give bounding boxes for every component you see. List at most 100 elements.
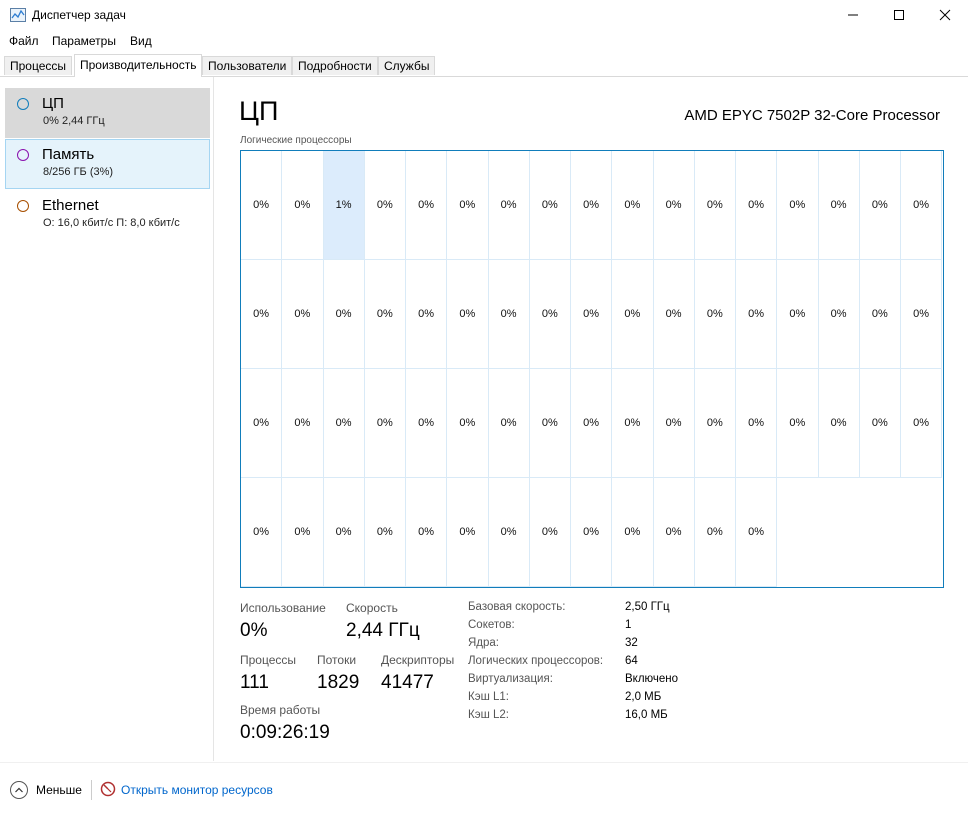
sidebar-item-sub: 0% 2,44 ГГц [43, 115, 105, 127]
cpu-circle-icon [17, 98, 29, 110]
speed-label: Скорость [346, 601, 398, 615]
cpu-cell: 1% [323, 151, 365, 260]
info-label-virtualization: Виртуализация: [468, 673, 553, 685]
footer-divider [91, 780, 92, 800]
cpu-cell: 0% [859, 369, 901, 478]
cpu-cell: 0% [529, 478, 571, 587]
cpu-cell: 0% [736, 478, 778, 587]
cpu-cell: 0% [364, 478, 406, 587]
cpu-cell: 0% [694, 478, 736, 587]
sidebar-item-ethernet[interactable]: Ethernet О: 16,0 кбит/с П: 8,0 кбит/с [5, 190, 210, 240]
handles-label: Дескрипторы [381, 653, 455, 667]
cpu-cell: 0% [571, 478, 613, 587]
sidebar-item-sub: 8/256 ГБ (3%) [43, 166, 114, 178]
info-value-cores: 32 [625, 637, 638, 649]
cpu-cell: 0% [694, 260, 736, 369]
info-label-l1: Кэш L1: [468, 691, 509, 703]
cpu-cell: 0% [282, 369, 324, 478]
cpu-cell: 0% [364, 260, 406, 369]
tab-users[interactable]: Пользователи [202, 56, 293, 75]
cpu-cell: 0% [777, 151, 819, 260]
info-label-sockets: Сокетов: [468, 619, 515, 631]
cpu-cell: 0% [447, 478, 489, 587]
cpu-model: AMD EPYC 7502P 32-Core Processor [684, 107, 940, 124]
cpu-cell: 0% [488, 478, 530, 587]
processes-value: 111 [240, 672, 269, 693]
footer: Меньше Открыть монитор ресурсов [0, 762, 968, 815]
tab-details[interactable]: Подробности [292, 56, 378, 75]
cpu-cell: 0% [612, 151, 654, 260]
info-value-l2: 16,0 МБ [625, 709, 668, 721]
logical-processors-grid: 0% 0% 1% 0% 0% 0% 0% 0% 0% 0% 0% 0% 0% 0% 0% 0% 0% 0% 0% 0%… [240, 150, 944, 588]
sidebar-item-sub: О: 16,0 кбит/с П: 8,0 кбит/с [43, 217, 180, 229]
cpu-cell: 0% [447, 369, 489, 478]
chevron-up-icon [15, 787, 23, 793]
menu-view[interactable]: Вид [130, 34, 152, 48]
uptime-value: 0:09:26:19 [240, 722, 330, 743]
cpu-cell: 0% [571, 369, 613, 478]
menu-bar: Файл Параметры Вид [0, 32, 968, 50]
info-value-virtualization: Включено [625, 673, 679, 685]
cpu-cell: 0% [406, 151, 448, 260]
cpu-cell: 0% [901, 369, 943, 478]
cpu-cell: 0% [282, 151, 324, 260]
usage-label: Использование [240, 601, 326, 615]
title-bar: Диспетчер задач [0, 0, 968, 30]
cpu-cell: 0% [818, 369, 860, 478]
threads-label: Потоки [317, 653, 357, 667]
resource-monitor-icon[interactable] [100, 781, 116, 797]
menu-options[interactable]: Параметры [52, 34, 116, 48]
cpu-cell: 0% [736, 369, 778, 478]
fewer-details-button[interactable] [10, 781, 28, 799]
ethernet-circle-icon [17, 200, 29, 212]
info-label-l2: Кэш L2: [468, 709, 509, 721]
cpu-cell: 0% [901, 260, 943, 369]
cpu-cell: 0% [571, 260, 613, 369]
cpu-cell: 0% [323, 369, 365, 478]
cpu-cell: 0% [818, 151, 860, 260]
memory-circle-icon [17, 149, 29, 161]
tab-processes[interactable]: Процессы [4, 56, 73, 75]
tab-services[interactable]: Службы [378, 56, 436, 75]
cpu-cell: 0% [488, 260, 530, 369]
cpu-cell: 0% [447, 151, 489, 260]
cpu-cell: 0% [818, 260, 860, 369]
handles-value: 41477 [381, 672, 434, 693]
cpu-cell: 0% [859, 260, 901, 369]
fewer-details-label[interactable]: Меньше [36, 783, 82, 797]
cpu-cell: 0% [612, 478, 654, 587]
close-button[interactable] [922, 0, 968, 30]
sidebar-item-memory[interactable]: Память 8/256 ГБ (3%) [5, 139, 210, 189]
sidebar-item-name: ЦП [42, 95, 64, 112]
info-value-sockets: 1 [625, 619, 632, 631]
cpu-cell: 0% [736, 151, 778, 260]
usage-value: 0% [240, 620, 268, 641]
cpu-cell: 0% [323, 260, 365, 369]
cpu-cell: 0% [406, 369, 448, 478]
cpu-cell: 0% [694, 369, 736, 478]
sidebar-item-name: Ethernet [42, 197, 99, 214]
maximize-button[interactable] [876, 0, 922, 30]
tab-performance[interactable]: Производительность [74, 54, 203, 77]
cpu-cell: 0% [777, 369, 819, 478]
cpu-cell: 0% [241, 369, 283, 478]
cpu-cell: 0% [364, 151, 406, 260]
cpu-cell: 0% [406, 260, 448, 369]
cpu-cell: 0% [241, 151, 283, 260]
open-resource-monitor-link[interactable]: Открыть монитор ресурсов [121, 783, 273, 797]
cpu-cell: 0% [694, 151, 736, 260]
info-label-cores: Ядра: [468, 637, 500, 649]
cpu-cell: 0% [282, 260, 324, 369]
sidebar-item-cpu[interactable]: ЦП 0% 2,44 ГГц [5, 88, 210, 138]
cpu-cell: 0% [612, 369, 654, 478]
cpu-cell: 0% [529, 369, 571, 478]
menu-file[interactable]: Файл [9, 34, 39, 48]
cpu-cell: 0% [241, 478, 283, 587]
minimize-button[interactable] [830, 0, 876, 30]
cpu-cell: 0% [323, 478, 365, 587]
uptime-label: Время работы [240, 703, 321, 717]
info-label-logical: Логических процессоров: [468, 655, 604, 667]
sidebar: ЦП 0% 2,44 ГГц Память 8/256 ГБ (3%) Ethe… [0, 77, 214, 761]
info-label-base-speed: Базовая скорость: [468, 601, 566, 613]
cpu-cell: 0% [571, 151, 613, 260]
